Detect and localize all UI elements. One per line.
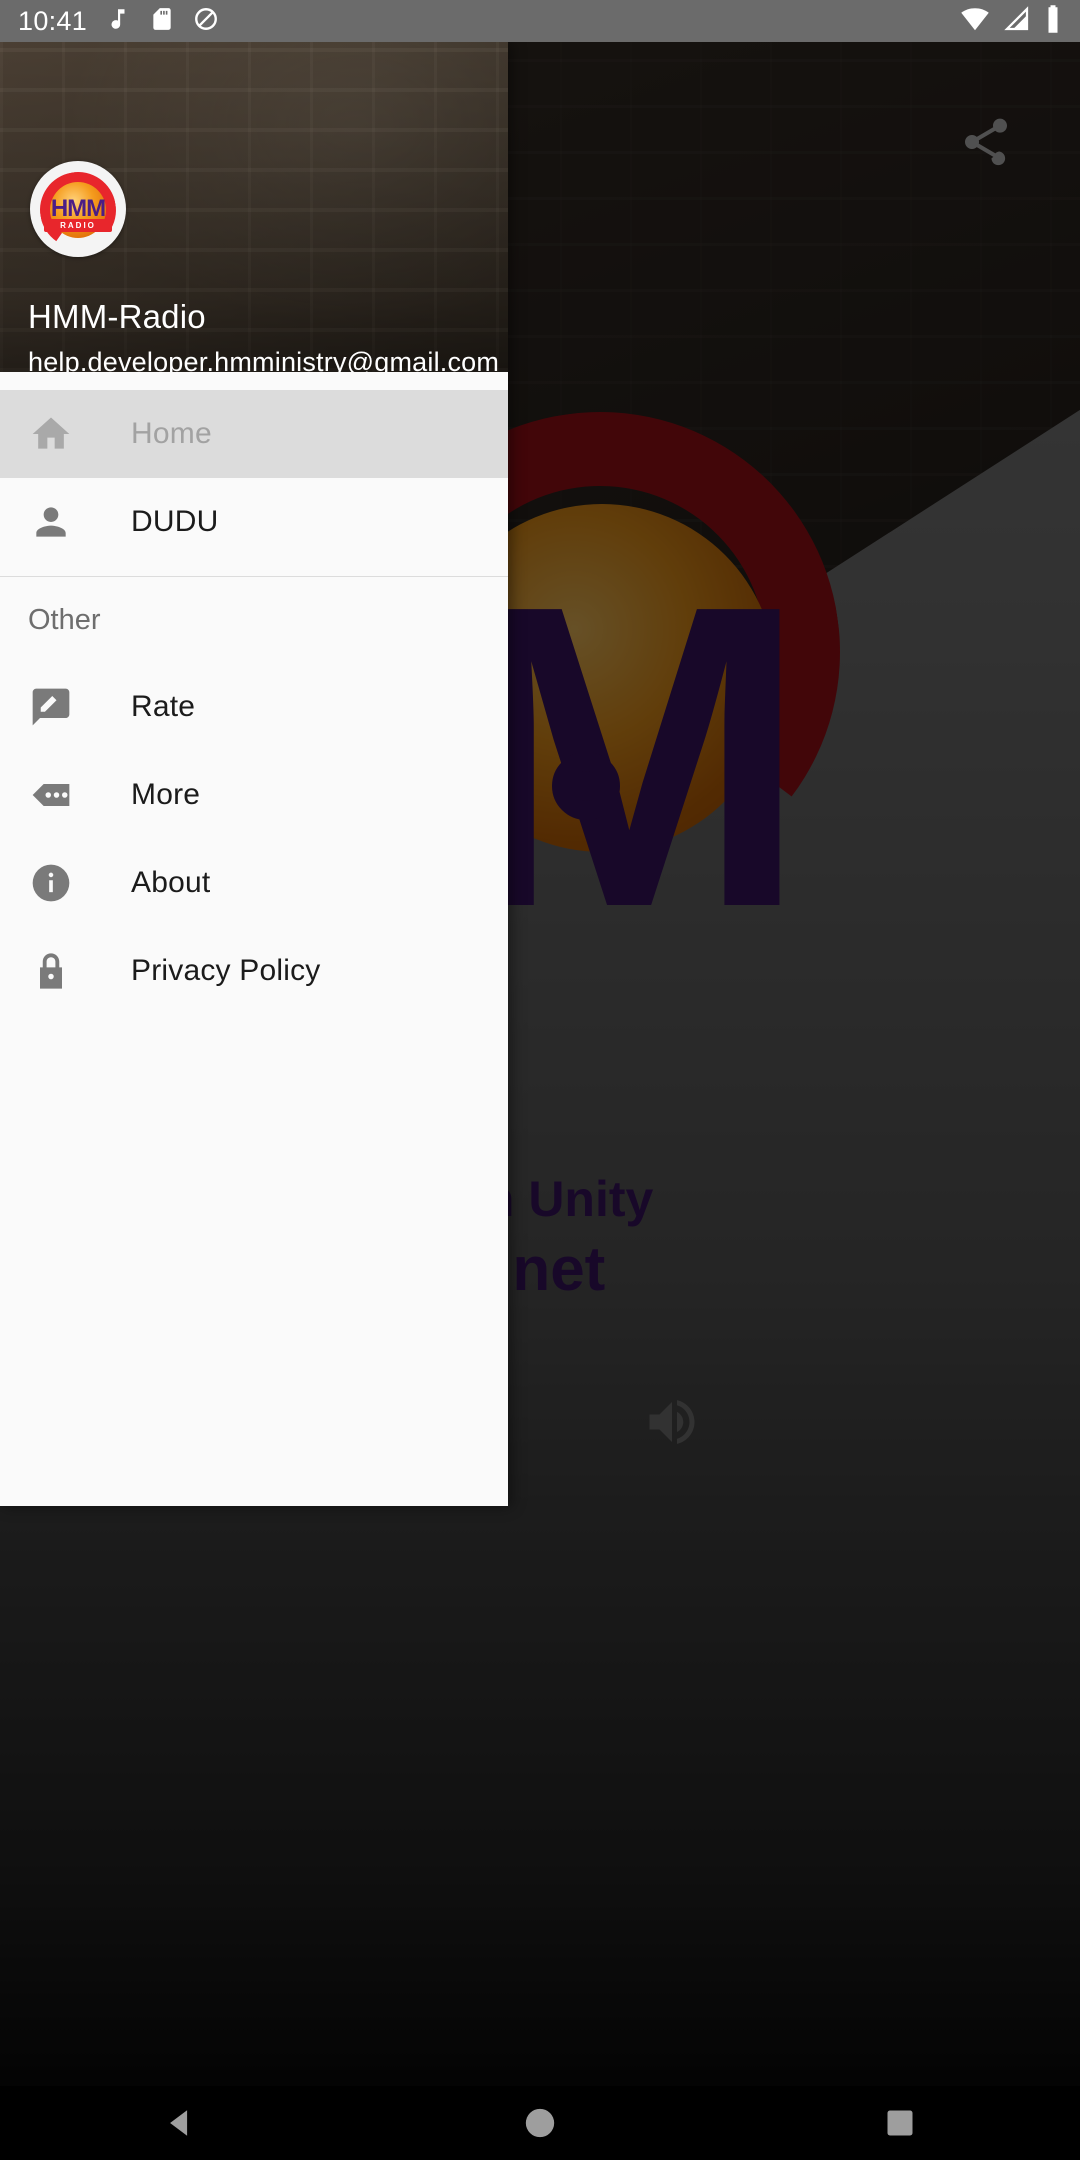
sidebar-item-home[interactable]: Home xyxy=(0,390,508,478)
more-horiz-bubble-icon xyxy=(28,772,74,818)
account-name: HMM-Radio xyxy=(28,298,206,335)
status-bar: 10:41 xyxy=(0,0,1080,42)
sd-card-icon xyxy=(149,6,175,37)
drawer-section-header: Other xyxy=(28,603,101,636)
sidebar-item-label: Home xyxy=(131,417,212,450)
home-icon xyxy=(28,411,74,457)
home-circle-icon[interactable] xyxy=(465,2086,615,2160)
navigation-drawer[interactable]: HMM RADIO HMM-Radio help.developer.hmmin… xyxy=(0,42,508,1506)
sidebar-item-label: About xyxy=(131,866,211,899)
status-bar-right xyxy=(960,4,1062,39)
back-triangle-icon[interactable] xyxy=(105,2086,255,2160)
drawer-menu-list: Home DUDU Other Rate More About Privacy … xyxy=(0,372,508,1015)
music-note-icon xyxy=(105,6,131,37)
battery-icon xyxy=(1044,4,1062,39)
sidebar-item-privacy-policy[interactable]: Privacy Policy xyxy=(0,927,508,1015)
sidebar-item-more[interactable]: More xyxy=(0,751,508,839)
sidebar-item-label: More xyxy=(131,778,201,811)
rate-review-icon xyxy=(28,684,74,730)
avatar-logo-subtext: RADIO xyxy=(44,219,112,232)
info-icon xyxy=(28,860,74,906)
phone-screen: M in Unity io.net 10:41 xyxy=(0,0,1080,2160)
drawer-header: HMM RADIO HMM-Radio help.developer.hmmin… xyxy=(0,42,508,372)
status-bar-clock: 10:41 xyxy=(18,5,88,36)
person-icon xyxy=(28,499,74,545)
recents-square-icon[interactable] xyxy=(825,2086,975,2160)
system-navigation-bar xyxy=(0,2086,1080,2160)
sidebar-item-rate[interactable]: Rate xyxy=(0,663,508,751)
wifi-icon xyxy=(960,4,990,39)
sidebar-item-dudu[interactable]: DUDU xyxy=(0,478,508,566)
cellular-signal-icon xyxy=(1002,4,1032,39)
avatar[interactable]: HMM RADIO xyxy=(30,161,126,257)
sidebar-item-label: Rate xyxy=(131,690,196,723)
do-not-disturb-icon xyxy=(193,6,219,37)
lock-icon xyxy=(28,948,74,994)
sidebar-item-about[interactable]: About xyxy=(0,839,508,927)
status-bar-left: 10:41 xyxy=(18,6,219,37)
account-email: help.developer.hmministry@gmail.com xyxy=(28,347,500,372)
sidebar-item-label: Privacy Policy xyxy=(131,954,321,987)
sidebar-item-label: DUDU xyxy=(131,505,219,538)
